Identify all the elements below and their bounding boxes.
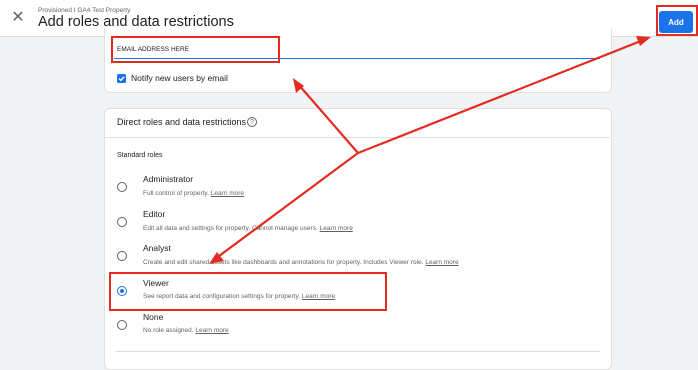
learn-more-link[interactable]: Learn more bbox=[320, 225, 353, 232]
role-name-viewer: Viewer bbox=[143, 278, 169, 288]
role-desc-none: No role assigned. Learn more bbox=[143, 327, 229, 334]
arrowhead-add bbox=[636, 36, 651, 46]
property-subtitle: Provisioned I GA4 Test Property bbox=[38, 7, 131, 14]
role-desc-administrator: Full control of property. Learn more bbox=[143, 190, 245, 197]
role-name-analyst: Analyst bbox=[143, 243, 171, 253]
close-icon[interactable]: ✕ bbox=[9, 9, 27, 27]
email-card bbox=[104, 28, 612, 93]
radio-analyst[interactable] bbox=[117, 251, 127, 261]
learn-more-link[interactable]: Learn more bbox=[195, 327, 228, 334]
standard-roles-label: Standard roles bbox=[117, 152, 163, 159]
learn-more-link[interactable]: Learn more bbox=[302, 293, 335, 300]
role-desc-editor: Edit all data and settings for property.… bbox=[143, 225, 353, 232]
section-title: Direct roles and data restrictions bbox=[117, 117, 247, 127]
role-desc-analyst: Create and edit shared assets like dashb… bbox=[143, 259, 459, 266]
learn-more-link[interactable]: Learn more bbox=[211, 190, 244, 197]
add-button[interactable]: Add bbox=[659, 11, 693, 33]
radio-viewer[interactable] bbox=[117, 286, 127, 296]
role-name-editor: Editor bbox=[143, 209, 166, 219]
checkmark-icon bbox=[118, 76, 125, 82]
help-circle-icon[interactable]: ? bbox=[247, 117, 257, 127]
radio-none[interactable] bbox=[117, 320, 127, 330]
role-name-administrator: Administrator bbox=[143, 174, 194, 184]
radio-editor[interactable] bbox=[117, 217, 127, 227]
divider bbox=[116, 351, 600, 352]
notify-label: Notify new users by email bbox=[131, 73, 228, 83]
divider bbox=[104, 137, 610, 138]
email-field-value: EMAIL ADDRESS HERE bbox=[117, 46, 190, 53]
role-desc-viewer: See report data and configuration settin… bbox=[143, 293, 336, 300]
learn-more-link[interactable]: Learn more bbox=[425, 259, 458, 266]
role-name-none: None bbox=[143, 312, 164, 322]
notify-checkbox[interactable] bbox=[117, 74, 126, 83]
radio-administrator[interactable] bbox=[117, 182, 127, 192]
